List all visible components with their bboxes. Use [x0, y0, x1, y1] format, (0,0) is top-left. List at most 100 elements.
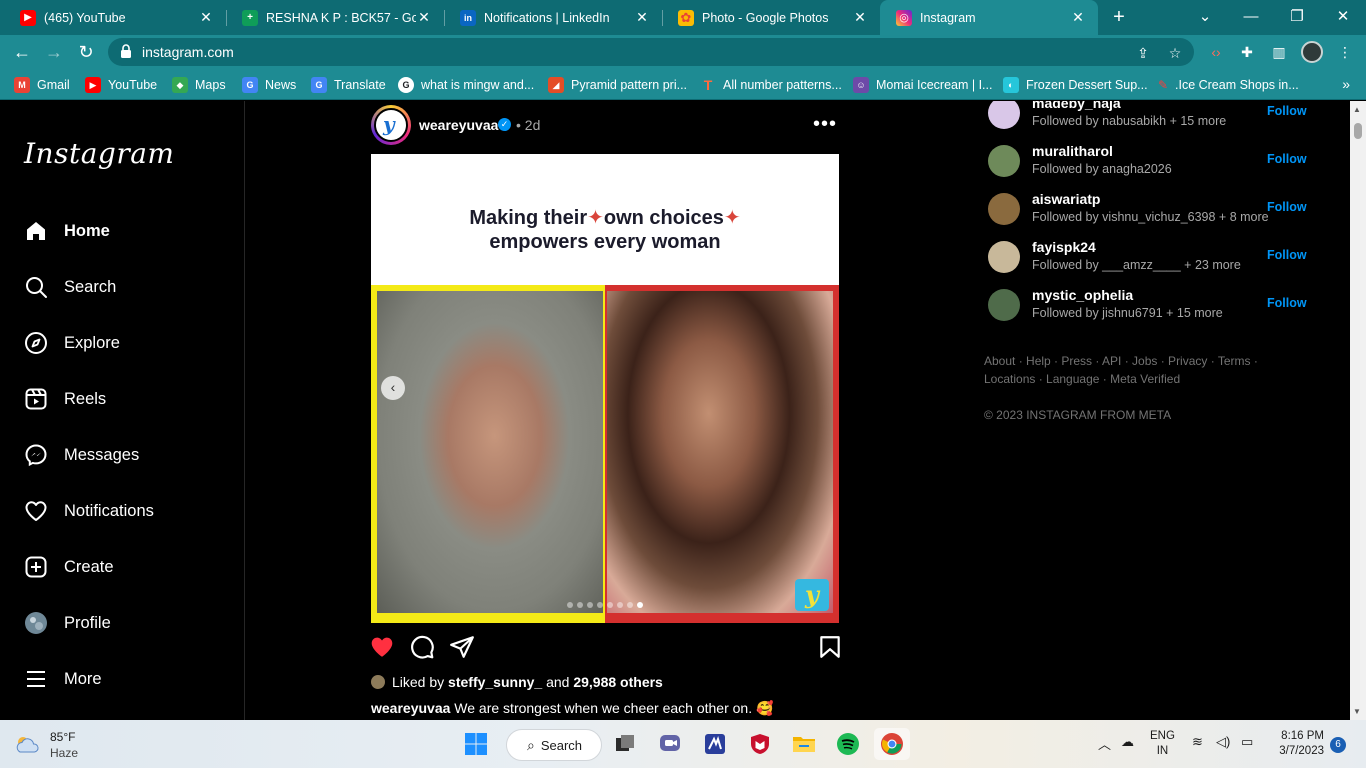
follow-button[interactable]: Follow [1267, 104, 1307, 118]
address-bar[interactable]: instagram.com ⇪ ☆ [108, 38, 1194, 66]
battery-icon[interactable]: ▭ [1241, 734, 1253, 750]
extensions-puzzle-icon[interactable]: ✚ [1238, 43, 1256, 61]
nav-home[interactable]: Home [24, 215, 110, 247]
scroll-up-icon[interactable]: ▲ [1353, 105, 1361, 114]
follow-button[interactable]: Follow [1267, 200, 1307, 214]
suggested-user-avatar[interactable] [988, 101, 1020, 129]
likes-others-count[interactable]: 29,988 others [573, 674, 663, 690]
close-tab-icon[interactable]: ✕ [1070, 9, 1086, 26]
system-clock[interactable]: 8:16 PM 3/7/2023 [1270, 729, 1324, 759]
new-tab-button[interactable]: + [1108, 6, 1130, 28]
instagram-logo[interactable]: Instagram [24, 137, 174, 170]
reload-icon[interactable]: ↻ [74, 40, 98, 64]
follow-button[interactable]: Follow [1267, 152, 1307, 166]
teams-chat-icon[interactable] [654, 728, 686, 760]
close-tab-icon[interactable]: ✕ [198, 9, 214, 26]
suggested-username[interactable]: madeby_naja [1032, 101, 1121, 111]
nav-notifications[interactable]: Notifications [24, 495, 154, 527]
weather-widget[interactable]: 85°F Haze [14, 728, 104, 762]
post-username[interactable]: weareyuvaa [419, 117, 498, 133]
nav-search[interactable]: Search [24, 271, 116, 303]
back-arrow-icon[interactable]: ← [10, 40, 34, 64]
suggested-username[interactable]: mystic_ophelia [1032, 287, 1133, 303]
bookmark-ice-cream-shops[interactable]: ✎ .Ice Cream Shops in... [1155, 76, 1299, 94]
page-scrollbar[interactable]: ▲ ▼ [1350, 101, 1366, 720]
bookmark-frozen-dessert[interactable]: ◐ Frozen Dessert Sup... [1003, 76, 1148, 94]
notification-count-badge[interactable]: 6 [1330, 737, 1346, 753]
task-view-icon[interactable] [609, 728, 641, 760]
suggested-username[interactable]: fayispk24 [1032, 239, 1096, 255]
nav-reels[interactable]: Reels [24, 383, 106, 415]
share-send-icon[interactable] [449, 634, 475, 660]
bookmark-mingw[interactable]: Gwhat is mingw and... [398, 76, 534, 94]
file-explorer-icon[interactable] [788, 728, 820, 760]
show-hidden-icons-chevron[interactable]: ︿ [1098, 734, 1111, 753]
post-timestamp[interactable]: • 2d [516, 117, 540, 133]
post-options-icon[interactable]: ••• [813, 113, 837, 136]
wifi-icon[interactable]: ≋ [1192, 734, 1203, 750]
save-bookmark-icon[interactable] [817, 634, 843, 660]
suggested-username[interactable]: muralitharol [1032, 143, 1113, 159]
close-tab-icon[interactable]: ✕ [634, 9, 650, 26]
carousel-prev-button[interactable]: ‹ [381, 376, 405, 400]
maximize-button[interactable]: ❐ [1274, 0, 1320, 35]
spotify-icon[interactable] [832, 728, 864, 760]
taskbar-search[interactable]: ⌕ Search [506, 729, 602, 761]
chrome-taskbar-icon[interactable] [874, 728, 910, 760]
follow-button[interactable]: Follow [1267, 296, 1307, 310]
devtools-extension-icon[interactable]: ‹› [1207, 43, 1225, 61]
bookmark-youtube[interactable]: ▶ YouTube [85, 76, 157, 94]
scrollbar-thumb[interactable] [1354, 123, 1362, 139]
chrome-menu-icon[interactable]: ⋮ [1336, 43, 1354, 61]
tab-instagram[interactable]: ◎ Instagram ✕ [880, 0, 1098, 35]
bookmark-pyramid-pattern[interactable]: ◢ Pyramid pattern pri... [548, 76, 687, 94]
windows-start-icon[interactable] [460, 728, 492, 760]
footer-links[interactable]: About · Help · Press · API · Jobs · Priv… [984, 352, 1304, 388]
suggested-user-avatar[interactable] [988, 241, 1020, 273]
bookmark-translate[interactable]: G Translate [311, 76, 386, 94]
post-media[interactable]: Making their✦own choices✦ empowers every… [371, 154, 839, 623]
bookmark-momai-icecream[interactable]: ☺ Momai Icecream | I... [853, 76, 992, 94]
follow-button[interactable]: Follow [1267, 248, 1307, 262]
liked-heart-icon[interactable] [369, 634, 395, 660]
tab-google-photos[interactable]: ✿ Photo - Google Photos ✕ [662, 0, 880, 35]
tab-youtube[interactable]: ▶ (465) YouTube ✕ [4, 0, 226, 35]
suggested-user-avatar[interactable] [988, 289, 1020, 321]
suggested-username[interactable]: aiswariatp [1032, 191, 1100, 207]
share-icon[interactable]: ⇪ [1134, 44, 1152, 62]
vs-code-style-app-icon[interactable] [699, 728, 731, 760]
profile-avatar-icon[interactable] [1301, 41, 1323, 63]
bookmark-maps[interactable]: ◆ Maps [172, 76, 226, 94]
bookmark-news[interactable]: G News [242, 76, 296, 94]
bookmark-gmail[interactable]: M Gmail [14, 76, 70, 94]
bookmark-number-patterns[interactable]: T All number patterns... [700, 76, 842, 94]
volume-icon[interactable]: ◁) [1216, 734, 1230, 750]
suggested-user-avatar[interactable] [988, 145, 1020, 177]
nav-explore[interactable]: Explore [24, 327, 120, 359]
scroll-down-icon[interactable]: ▼ [1353, 707, 1361, 716]
close-tab-icon[interactable]: ✕ [416, 9, 432, 26]
nav-create[interactable]: Create [24, 551, 114, 583]
onedrive-cloud-icon[interactable]: ☁ [1121, 734, 1134, 750]
nav-profile[interactable]: Profile [24, 607, 111, 639]
nav-more[interactable]: More [24, 663, 102, 695]
caption-username[interactable]: weareyuvaa [371, 700, 450, 716]
nav-messages[interactable]: Messages [24, 439, 139, 471]
close-window-button[interactable]: ✕ [1320, 0, 1366, 35]
tab-search-button[interactable]: ⌄ [1182, 0, 1228, 35]
comment-icon[interactable] [409, 634, 435, 660]
tab-linkedin[interactable]: in Notifications | LinkedIn ✕ [444, 0, 662, 35]
liker-username[interactable]: steffy_sunny_ [448, 674, 542, 690]
close-tab-icon[interactable]: ✕ [852, 9, 868, 26]
bookmarks-overflow-icon[interactable]: » [1342, 76, 1350, 92]
input-language-indicator[interactable]: ENG IN [1150, 729, 1175, 759]
tab-google-sheets[interactable]: + RESHNA K P : BCK57 - Google Sheets ✕ [226, 0, 444, 35]
bookmark-star-icon[interactable]: ☆ [1166, 44, 1184, 62]
post-author-avatar[interactable]: y [371, 105, 411, 145]
mcafee-icon[interactable] [744, 728, 776, 760]
liker-avatar[interactable] [371, 675, 385, 689]
minimize-button[interactable]: — [1228, 0, 1274, 35]
side-panel-icon[interactable]: ▥ [1270, 43, 1288, 61]
forward-arrow-icon[interactable]: → [42, 40, 66, 64]
suggested-user-avatar[interactable] [988, 193, 1020, 225]
